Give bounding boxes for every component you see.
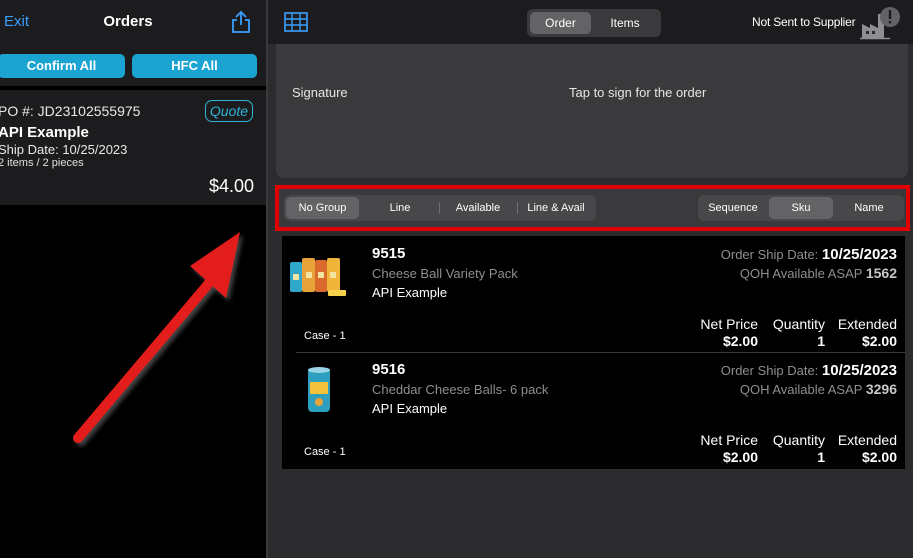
- customer-name: API Example: [372, 285, 448, 300]
- qoh-value: 1562: [865, 265, 897, 281]
- qoh-available: QOH Available ASAP 3296: [740, 381, 897, 397]
- supplier-status: Not Sent to Supplier: [752, 15, 856, 29]
- order-list-item[interactable]: PO #: JD23102555975 Quote API Example Sh…: [0, 90, 266, 205]
- confirm-all-button[interactable]: Confirm All: [0, 54, 125, 78]
- ship-date-value: 10/25/2023: [821, 362, 897, 379]
- factory-alert-icon[interactable]: [860, 6, 904, 40]
- share-icon[interactable]: [230, 10, 252, 34]
- net-price-header: Net Price: [700, 432, 758, 448]
- customer-name: API Example: [372, 401, 448, 416]
- grid-view-icon[interactable]: [284, 12, 308, 32]
- quantity-value[interactable]: 1: [817, 333, 825, 349]
- highlight-box: [275, 185, 910, 231]
- tab-items[interactable]: Items: [593, 12, 657, 34]
- po-number: PO #: JD23102555975: [0, 103, 141, 119]
- tab-order[interactable]: Order: [530, 12, 591, 34]
- view-segmented-control: Order Items: [527, 9, 661, 37]
- product-description: Cheese Ball Variety Pack: [372, 266, 518, 281]
- ship-date-label: Order Ship Date:: [720, 363, 819, 378]
- ship-date-label: Order Ship Date:: [720, 247, 819, 262]
- orders-header: Exit Orders: [0, 0, 266, 44]
- ship-date-value: 10/25/2023: [821, 246, 897, 263]
- extended-value: $2.00: [861, 333, 897, 349]
- qoh-value: 3296: [865, 381, 897, 397]
- order-ship-date: Order Ship Date: 10/25/2023: [721, 362, 897, 379]
- page-title: Orders: [103, 13, 153, 30]
- quantity-header: Quantity: [772, 432, 825, 448]
- product-image: [308, 367, 330, 412]
- extended-header: Extended: [837, 316, 897, 332]
- ship-date: Ship Date: 10/25/2023: [0, 142, 128, 157]
- unit-of-measure: Case - 1: [304, 446, 346, 458]
- order-detail-panel: Order Items Not Sent to Supplier Signatu…: [268, 0, 913, 558]
- list-item[interactable]: 9515 Cheese Ball Variety Pack API Exampl…: [282, 236, 905, 352]
- quantity-header: Quantity: [772, 316, 825, 332]
- sku-number: 9516: [372, 361, 406, 378]
- net-price-header: Net Price: [700, 316, 758, 332]
- signature-label: Signature: [292, 85, 348, 100]
- unit-of-measure: Case - 1: [304, 330, 346, 342]
- product-image: [290, 258, 346, 296]
- quantity-value[interactable]: 1: [817, 449, 825, 465]
- order-total: $4.00: [208, 176, 254, 196]
- items-count: 2 items / 2 pieces: [0, 157, 84, 169]
- qoh-label: QOH Available ASAP: [739, 382, 863, 397]
- annotation-arrow: [73, 232, 240, 443]
- extended-header: Extended: [837, 432, 897, 448]
- signature-hint: Tap to sign for the order: [569, 85, 707, 100]
- order-lines-list: 9515 Cheese Ball Variety Pack API Exampl…: [282, 236, 905, 469]
- product-description: Cheddar Cheese Balls- 6 pack: [372, 382, 549, 397]
- extended-value: $2.00: [861, 449, 897, 465]
- detail-toolbar: Order Items Not Sent to Supplier: [268, 0, 913, 44]
- quote-badge: Quote: [205, 100, 253, 122]
- list-item[interactable]: 9516 Cheddar Cheese Balls- 6 pack API Ex…: [282, 352, 905, 468]
- hfc-all-button[interactable]: HFC All: [132, 54, 257, 78]
- qoh-available: QOH Available ASAP 1562: [740, 265, 897, 281]
- qoh-label: QOH Available ASAP: [739, 266, 863, 281]
- order-ship-date: Order Ship Date: 10/25/2023: [721, 246, 897, 263]
- signature-area[interactable]: Signature Tap to sign for the order: [276, 44, 908, 178]
- net-price-value: $2.00: [722, 449, 758, 465]
- sku-number: 9515: [372, 245, 406, 262]
- customer-name: API Example: [0, 124, 89, 141]
- net-price-value: $2.00: [722, 333, 758, 349]
